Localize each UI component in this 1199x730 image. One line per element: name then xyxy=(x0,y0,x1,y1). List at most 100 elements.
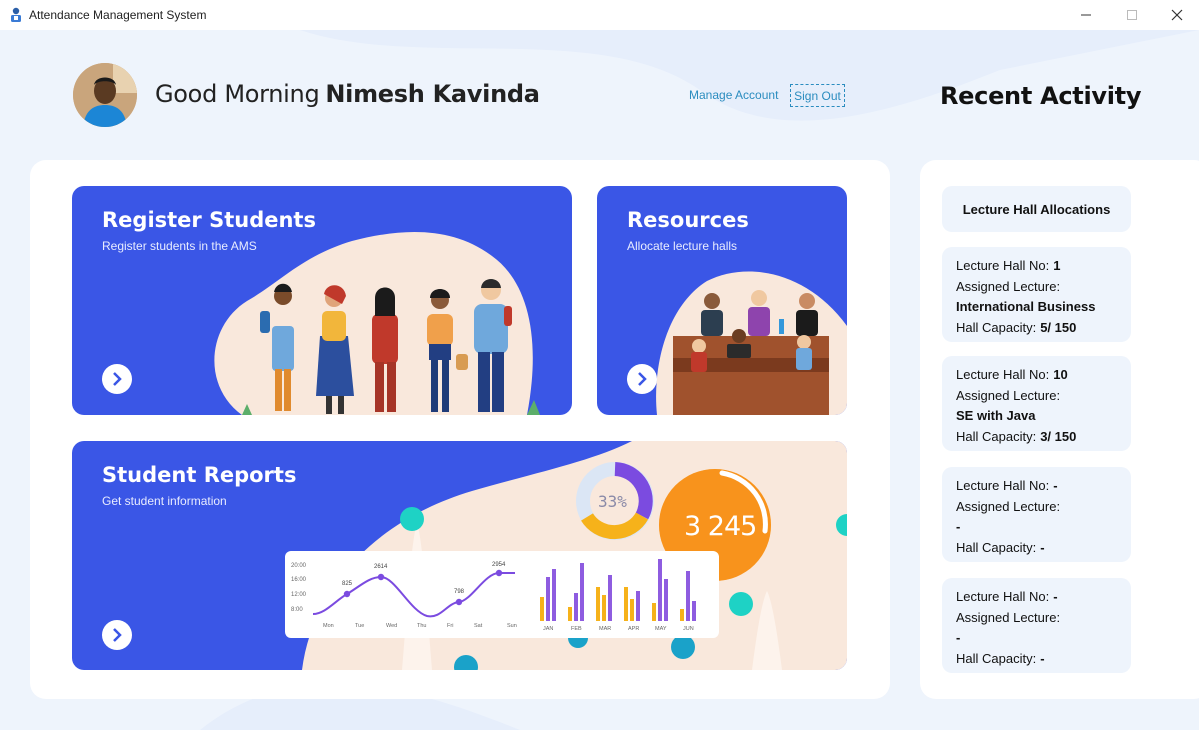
assigned-lecture-label: Assigned Lecture: xyxy=(956,609,1061,625)
close-icon xyxy=(1171,9,1183,21)
hall-no-value: 1 xyxy=(1053,258,1061,273)
bar xyxy=(602,595,606,621)
maximize-button[interactable] xyxy=(1109,0,1155,30)
gauge-value: 3 245 xyxy=(684,511,757,542)
line-x-label: Sat xyxy=(474,623,483,629)
recent-activity-panel: Lecture Hall Allocations Lecture Hall No… xyxy=(920,160,1199,699)
chevron-right-icon xyxy=(113,372,122,386)
line-y-tick: 8:00 xyxy=(291,607,303,613)
resources-open-button[interactable] xyxy=(627,364,657,394)
manage-account-link[interactable]: Manage Account xyxy=(689,88,778,102)
bar-x-label: JAN xyxy=(543,626,553,632)
line-point-label: 2954 xyxy=(492,562,506,568)
line-x-label: Mon xyxy=(323,623,334,629)
bar xyxy=(624,587,628,621)
app-icon xyxy=(9,7,23,23)
bar-chart xyxy=(540,559,696,621)
bar xyxy=(686,571,690,621)
minimize-button[interactable] xyxy=(1063,0,1109,30)
assigned-lecture-value: - xyxy=(956,519,961,534)
line-series xyxy=(312,572,515,618)
register-open-button[interactable] xyxy=(102,364,132,394)
bar xyxy=(630,599,634,621)
assigned-lecture-value: International Business xyxy=(956,299,1096,314)
bar xyxy=(636,591,640,621)
activity-item[interactable]: Lecture Hall No: 1 Assigned Lecture: Inte… xyxy=(942,247,1131,342)
line-y-tick: 12:00 xyxy=(291,592,307,598)
line-point-label: 798 xyxy=(454,589,465,595)
resources-card-subtitle: Allocate lecture halls xyxy=(627,239,738,253)
line-point-label: 825 xyxy=(342,581,353,587)
bar-x-label: JUN xyxy=(683,626,694,632)
bar xyxy=(608,575,612,621)
activity-item[interactable]: Lecture Hall No: - Assigned Lecture: - Ha… xyxy=(942,578,1131,673)
hall-no-label: Lecture Hall No: xyxy=(956,589,1050,604)
bar xyxy=(596,587,600,621)
line-point-label: 2614 xyxy=(374,564,388,570)
hall-no-label: Lecture Hall No: xyxy=(956,478,1050,493)
reports-card-title: Student Reports xyxy=(102,463,297,487)
minimize-icon xyxy=(1081,14,1091,16)
activity-item[interactable]: Lecture Hall No: 10 Assigned Lecture: SE … xyxy=(942,356,1131,451)
bar xyxy=(658,559,662,621)
bar-x-label: MAY xyxy=(655,626,667,632)
lecture-hall-allocations-header[interactable]: Lecture Hall Allocations xyxy=(942,186,1131,232)
bar xyxy=(652,603,656,621)
close-button[interactable] xyxy=(1154,0,1199,30)
maximize-icon xyxy=(1127,10,1137,20)
line-y-tick: 20:00 xyxy=(291,563,307,569)
hall-no-value: - xyxy=(1053,478,1058,493)
hall-capacity-value: - xyxy=(1040,539,1045,555)
report-charts-svg: 20:00 16:00 12:00 8:00 825 2614 798 2954… xyxy=(291,559,696,632)
main-panel: Register Students Register students in t… xyxy=(30,160,890,699)
hall-capacity-label: Hall Capacity: xyxy=(956,650,1037,666)
title-bar: Attendance Management System xyxy=(0,0,1199,30)
bar xyxy=(552,569,556,621)
sign-out-button[interactable]: Sign Out xyxy=(790,84,845,107)
hall-capacity-value: 3/ 150 xyxy=(1040,428,1077,444)
register-card-title: Register Students xyxy=(102,208,316,232)
line-x-label: Sun xyxy=(507,623,517,629)
hall-no-label: Lecture Hall No: xyxy=(956,367,1050,382)
hall-no-label: Lecture Hall No: xyxy=(956,258,1050,273)
activity-item[interactable]: Lecture Hall No: - Assigned Lecture: - Ha… xyxy=(942,467,1131,562)
line-point xyxy=(495,569,503,577)
register-card-subtitle: Register students in the AMS xyxy=(102,239,257,253)
assigned-lecture-value: SE with Java xyxy=(956,408,1036,423)
window-title: Attendance Management System xyxy=(29,8,207,22)
assigned-lecture-label: Assigned Lecture: xyxy=(956,498,1061,514)
bar xyxy=(580,563,584,621)
reports-open-button[interactable] xyxy=(102,620,132,650)
assigned-lecture-value: - xyxy=(956,630,961,645)
resources-card[interactable]: Resources Allocate lecture halls xyxy=(597,186,847,415)
bar xyxy=(568,607,572,621)
recent-activity-title: Recent Activity xyxy=(940,82,1142,110)
greeting-text: Good Morning xyxy=(155,80,320,108)
line-x-label: Fri xyxy=(447,623,453,629)
line-y-tick: 16:00 xyxy=(291,577,307,583)
hall-no-value: - xyxy=(1053,589,1058,604)
user-name: Nimesh Kavinda xyxy=(325,80,540,108)
reports-card-subtitle: Get student information xyxy=(102,494,227,508)
resources-card-title: Resources xyxy=(627,208,749,232)
donut-chart-label: 33% xyxy=(598,492,627,511)
student-reports-card[interactable]: 33% 3 245 Student Reports Get student in… xyxy=(72,441,847,670)
bar xyxy=(574,593,578,621)
chevron-right-icon xyxy=(113,628,122,642)
bar-x-label: MAR xyxy=(599,626,611,632)
avatar xyxy=(73,63,137,127)
register-students-card[interactable]: Register Students Register students in t… xyxy=(72,186,572,415)
chevron-right-icon xyxy=(638,372,647,386)
bar xyxy=(546,577,550,621)
line-x-label: Tue xyxy=(355,623,364,629)
bar-x-label: FEB xyxy=(571,626,582,632)
hall-capacity-value: - xyxy=(1040,650,1045,666)
bar xyxy=(680,609,684,621)
bar xyxy=(664,579,668,621)
bar xyxy=(540,597,544,621)
hall-no-value: 10 xyxy=(1053,367,1068,382)
bar-x-label: APR xyxy=(628,626,639,632)
hall-capacity-label: Hall Capacity: xyxy=(956,428,1037,444)
line-x-label: Thu xyxy=(417,623,426,629)
greeting: Good Morning Nimesh Kavinda xyxy=(155,80,540,108)
